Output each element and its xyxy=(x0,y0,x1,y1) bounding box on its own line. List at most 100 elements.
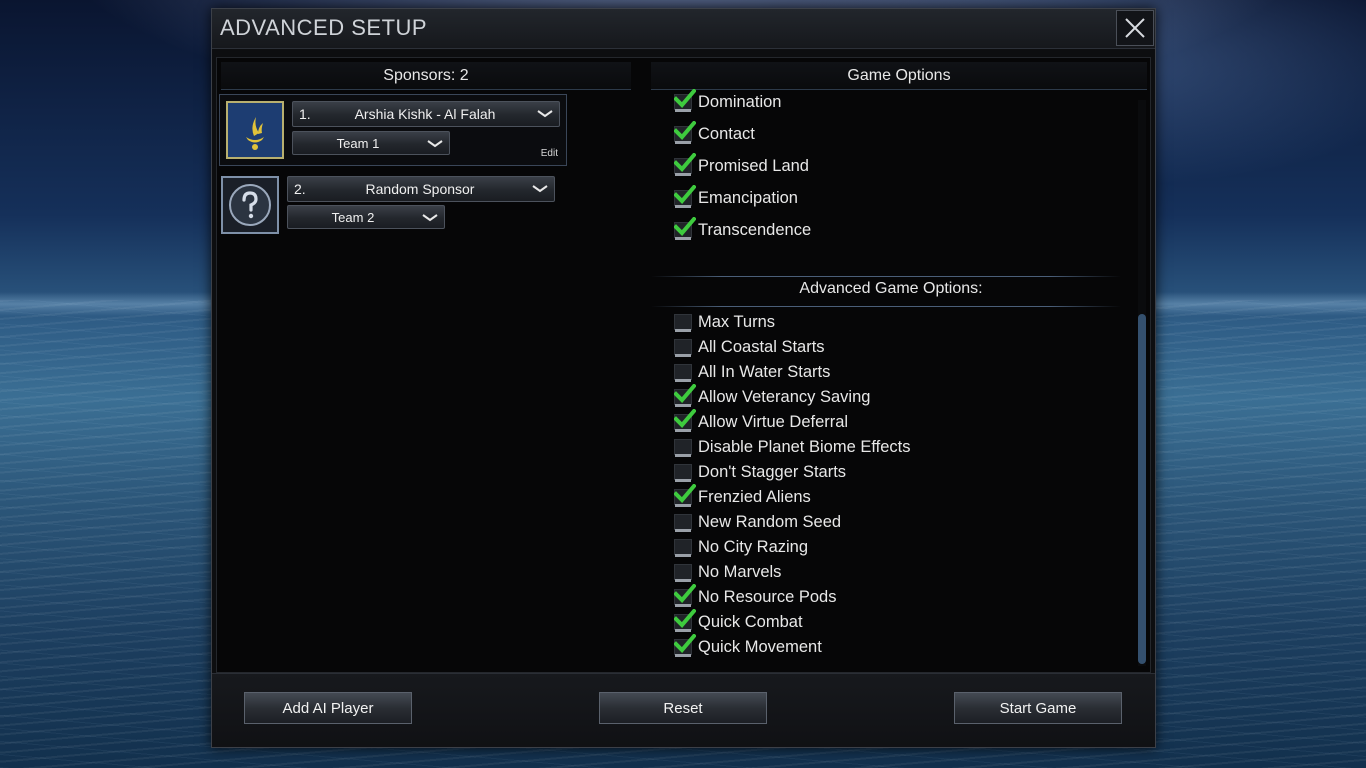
checkbox-underline xyxy=(675,629,691,632)
option-label: Emancipation xyxy=(698,188,798,207)
checkmark-icon xyxy=(674,409,696,428)
checkbox-underline xyxy=(675,354,691,357)
option-label: No Resource Pods xyxy=(698,587,837,606)
options-scrollbar-thumb[interactable] xyxy=(1138,314,1146,664)
sponsor-portrait-al-falah[interactable] xyxy=(226,101,284,159)
option-quick-movement[interactable]: Quick Movement xyxy=(674,634,822,658)
option-label: Quick Movement xyxy=(698,637,822,656)
checkbox-underline xyxy=(675,579,691,582)
option-max-turns[interactable]: Max Turns xyxy=(674,311,775,333)
checkbox-underline xyxy=(675,109,691,112)
sponsor-1-number: 1. xyxy=(299,106,311,122)
advanced-setup-window: ADVANCED SETUP Sponsors: 2 Game Options xyxy=(211,8,1156,748)
option-allow-veterancy-saving[interactable]: Allow Veterancy Saving xyxy=(674,384,871,408)
checkbox-underline xyxy=(675,205,691,208)
al-falah-emblem-icon xyxy=(232,107,278,153)
checkbox[interactable] xyxy=(674,609,696,632)
option-label: All Coastal Starts xyxy=(698,337,825,356)
checkmark-icon xyxy=(674,384,696,403)
option-label: No City Razing xyxy=(698,537,809,556)
option-don-t-stagger-starts[interactable]: Don't Stagger Starts xyxy=(674,461,846,483)
option-label: No Marvels xyxy=(698,562,782,581)
game-options-header: Game Options xyxy=(651,62,1147,90)
checkbox-underline xyxy=(675,141,691,144)
sponsor-1-select[interactable]: 1. Arshia Kishk - Al Falah xyxy=(292,101,560,127)
checkbox[interactable] xyxy=(674,584,696,607)
close-button[interactable] xyxy=(1116,10,1154,46)
checkbox[interactable] xyxy=(674,364,692,382)
option-label: Disable Planet Biome Effects xyxy=(698,437,911,456)
checkmark-icon xyxy=(674,634,696,653)
sponsor-row-1: 1. Arshia Kishk - Al Falah Team 1 Edit xyxy=(219,94,567,166)
option-no-city-razing[interactable]: No City Razing xyxy=(674,536,808,558)
checkbox-underline xyxy=(675,554,691,557)
checkbox[interactable] xyxy=(674,89,696,112)
sponsor-2-select[interactable]: 2. Random Sponsor xyxy=(287,176,555,202)
option-label: Transcendence xyxy=(698,220,812,239)
checkbox[interactable] xyxy=(674,384,696,407)
checkbox[interactable] xyxy=(674,539,692,557)
sponsor-2-team-select[interactable]: Team 2 xyxy=(287,205,445,229)
window-title: ADVANCED SETUP xyxy=(220,15,428,40)
option-frenzied-aliens[interactable]: Frenzied Aliens xyxy=(674,484,811,508)
add-ai-player-button[interactable]: Add AI Player xyxy=(244,692,412,724)
checkbox[interactable] xyxy=(674,564,692,582)
checkbox-underline xyxy=(675,404,691,407)
checkbox[interactable] xyxy=(674,409,696,432)
checkbox-underline xyxy=(675,604,691,607)
checkbox[interactable] xyxy=(674,314,692,332)
checkmark-icon xyxy=(674,89,696,108)
option-contact[interactable]: Contact xyxy=(674,121,755,145)
sponsor-1-team-select[interactable]: Team 1 xyxy=(292,131,450,155)
option-promised-land[interactable]: Promised Land xyxy=(674,153,809,177)
option-label: All In Water Starts xyxy=(698,362,831,381)
option-domination[interactable]: Domination xyxy=(674,89,781,113)
checkbox[interactable] xyxy=(674,153,696,176)
checkbox-underline xyxy=(675,504,691,507)
checkbox-underline xyxy=(675,479,691,482)
checkbox-underline xyxy=(675,379,691,382)
advanced-options-header: Advanced Game Options: xyxy=(799,280,983,297)
edit-sponsor-link[interactable]: Edit xyxy=(541,148,558,159)
chevron-down-icon xyxy=(422,214,438,222)
option-label: Frenzied Aliens xyxy=(698,487,811,506)
option-label: Don't Stagger Starts xyxy=(698,462,847,481)
chevron-down-icon xyxy=(537,110,553,118)
reset-button[interactable]: Reset xyxy=(599,692,767,724)
option-disable-planet-biome-effects[interactable]: Disable Planet Biome Effects xyxy=(674,436,910,458)
checkbox[interactable] xyxy=(674,185,696,208)
option-label: Contact xyxy=(698,124,755,143)
checkbox[interactable] xyxy=(674,464,692,482)
option-label: Allow Virtue Deferral xyxy=(698,412,849,431)
question-mark-icon xyxy=(229,184,271,226)
sponsor-1-name: Arshia Kishk - Al Falah xyxy=(354,106,496,122)
close-icon xyxy=(1125,18,1145,38)
option-label: Allow Veterancy Saving xyxy=(698,387,871,406)
option-no-resource-pods[interactable]: No Resource Pods xyxy=(674,584,837,608)
option-all-coastal-starts[interactable]: All Coastal Starts xyxy=(674,336,825,358)
start-game-button[interactable]: Start Game xyxy=(954,692,1122,724)
sponsor-portrait-random[interactable] xyxy=(221,176,279,234)
checkbox[interactable] xyxy=(674,339,692,357)
option-label: Promised Land xyxy=(698,156,809,175)
checkbox-underline xyxy=(675,173,691,176)
checkbox[interactable] xyxy=(674,484,696,507)
checkbox[interactable] xyxy=(674,217,696,240)
option-allow-virtue-deferral[interactable]: Allow Virtue Deferral xyxy=(674,409,849,433)
checkbox[interactable] xyxy=(674,514,692,532)
checkbox-underline xyxy=(675,429,691,432)
option-emancipation[interactable]: Emancipation xyxy=(674,185,798,209)
option-new-random-seed[interactable]: New Random Seed xyxy=(674,511,841,533)
sponsor-2-team: Team 2 xyxy=(331,210,375,225)
checkbox[interactable] xyxy=(674,439,692,457)
option-transcendence[interactable]: Transcendence xyxy=(674,217,812,241)
checkmark-icon xyxy=(674,153,696,172)
checkbox[interactable] xyxy=(674,634,696,657)
checkmark-icon xyxy=(674,584,696,603)
option-quick-combat[interactable]: Quick Combat xyxy=(674,609,803,633)
checkbox[interactable] xyxy=(674,121,696,144)
option-all-in-water-starts[interactable]: All In Water Starts xyxy=(674,361,830,383)
setup-content: Sponsors: 2 Game Options 1. Arshia Kishk… xyxy=(216,57,1151,673)
option-no-marvels[interactable]: No Marvels xyxy=(674,561,781,583)
option-label: Max Turns xyxy=(698,312,776,331)
